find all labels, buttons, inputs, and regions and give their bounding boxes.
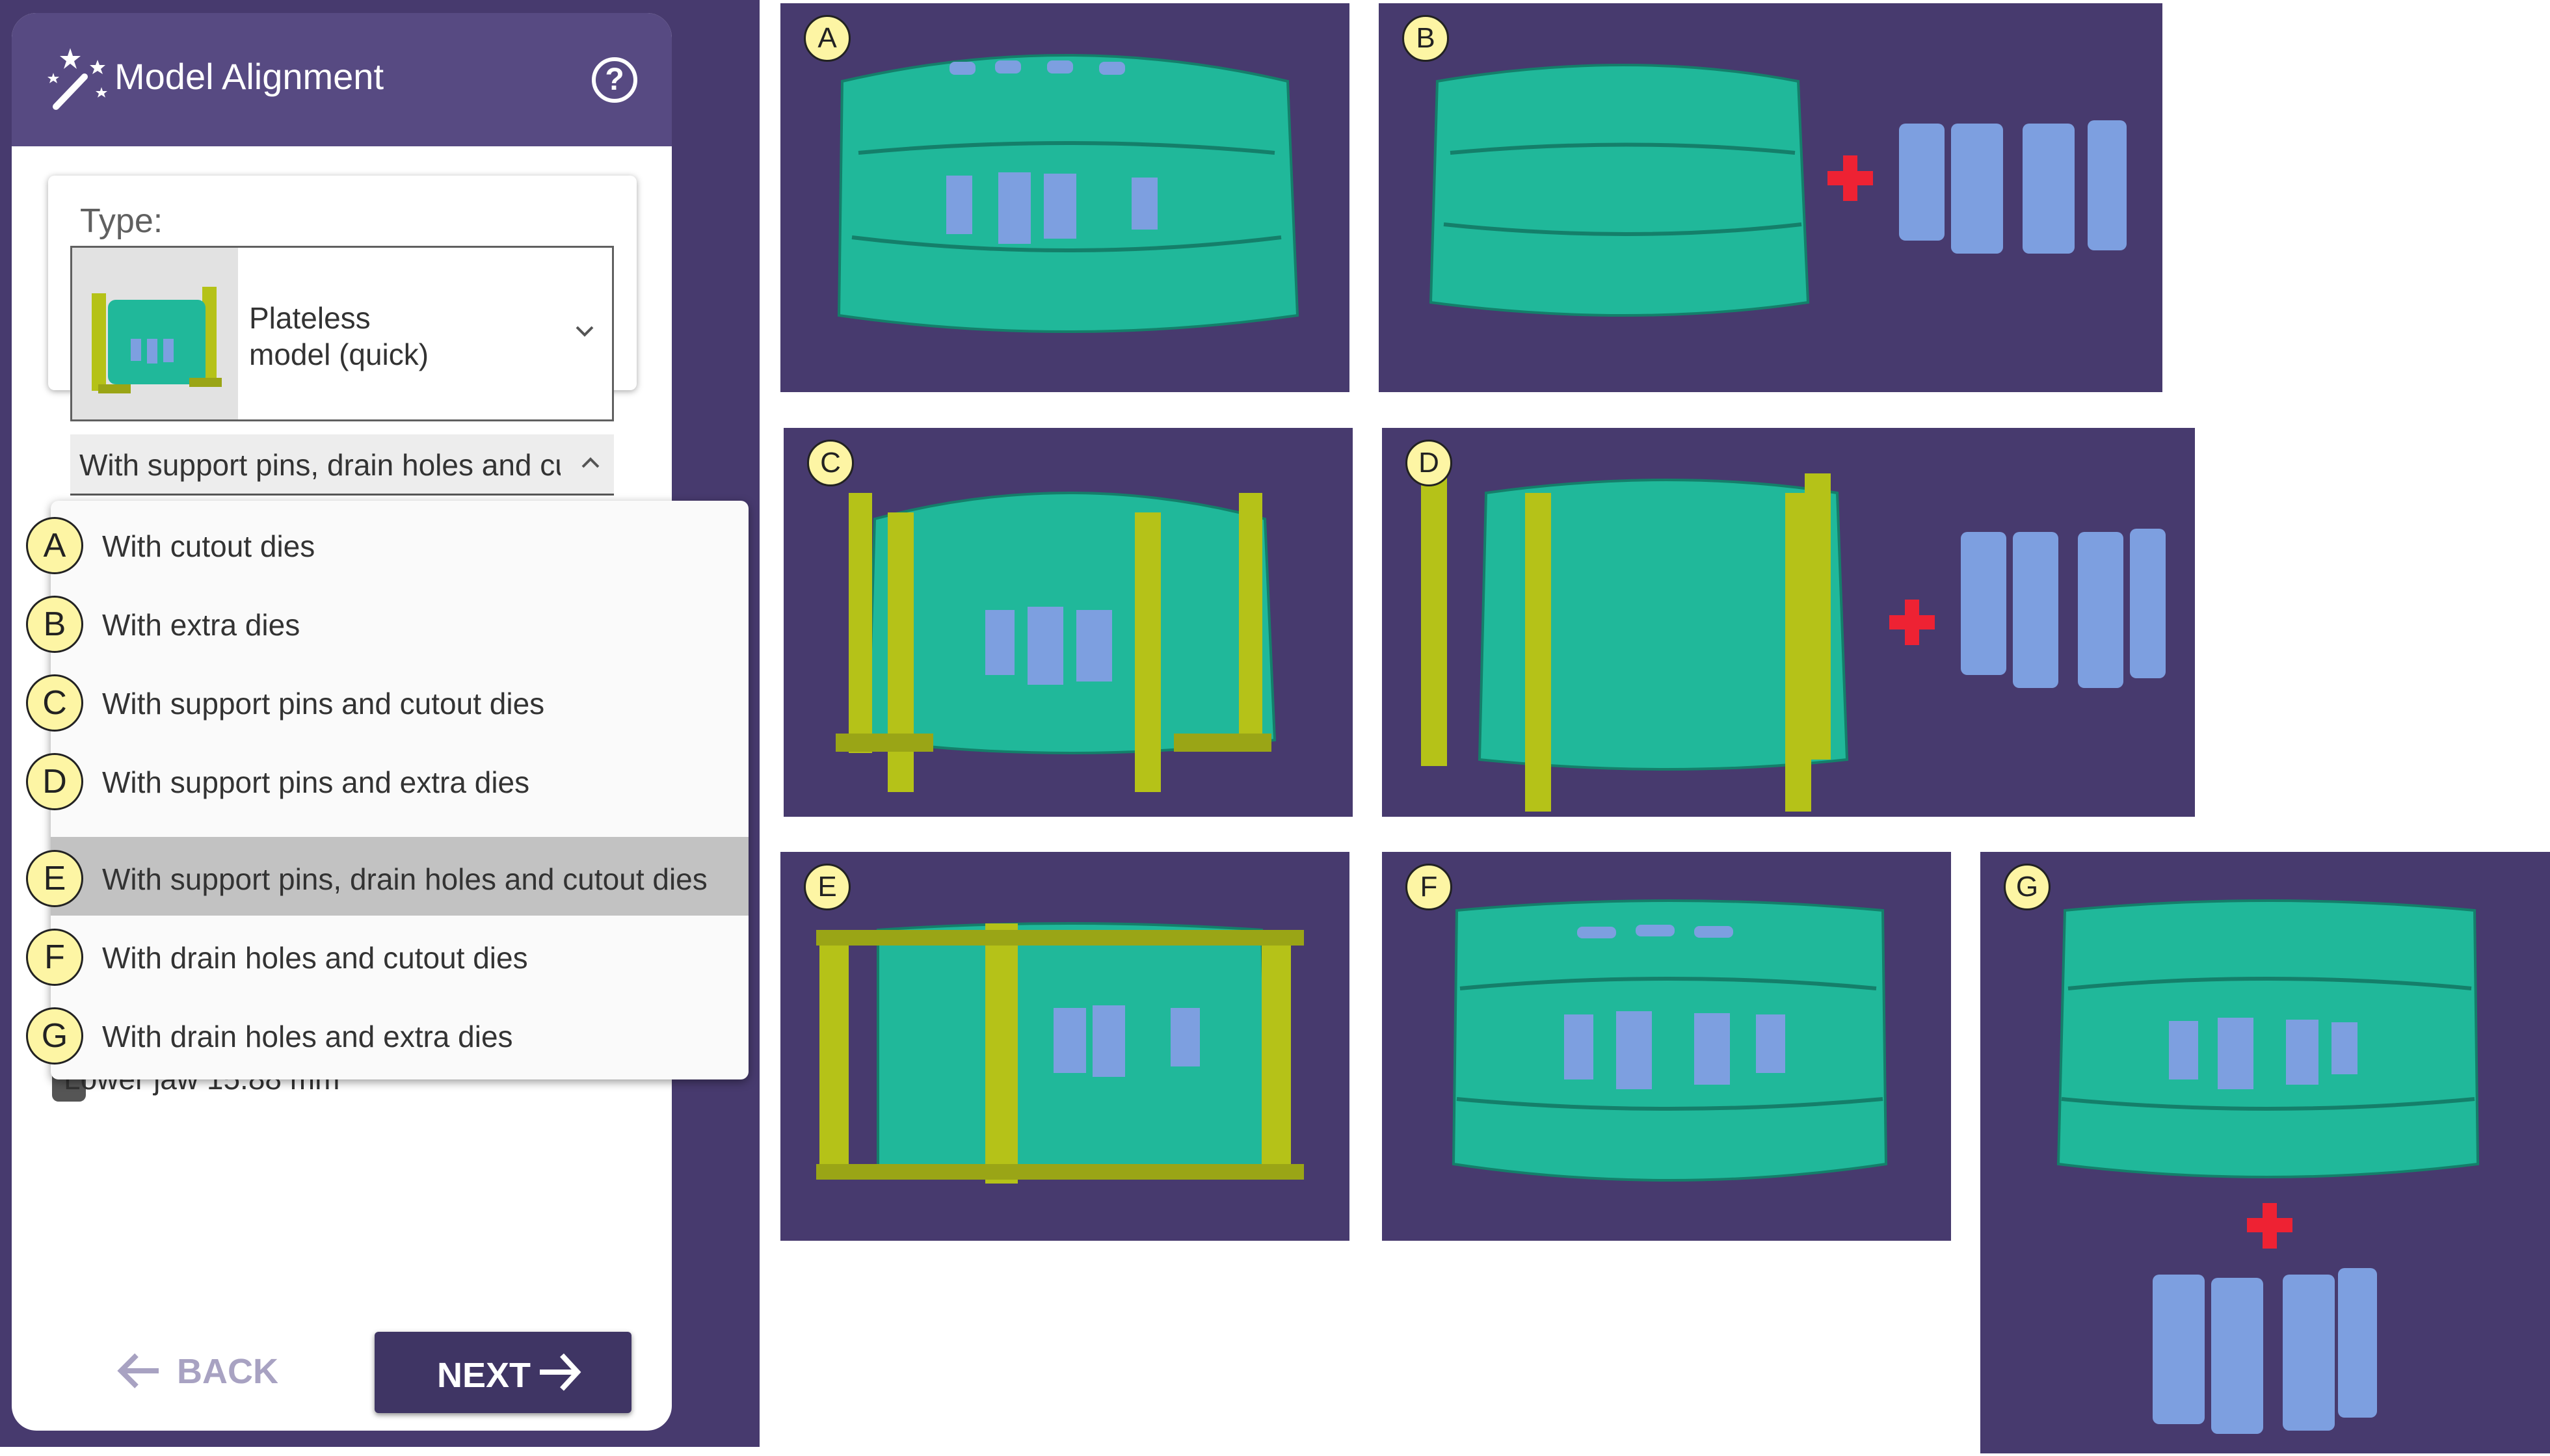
- model-render: [1452, 899, 1888, 1182]
- preview-e: E: [780, 852, 1349, 1241]
- arrow-left-icon: [117, 1353, 159, 1388]
- preview-letter-badge: C: [807, 440, 854, 486]
- arrow-right-icon: [540, 1353, 581, 1391]
- dropdown-item-label: With drain holes and cutout dies: [102, 941, 528, 975]
- model-render: [816, 922, 1304, 1184]
- preview-g: G: [1980, 852, 2550, 1453]
- dropdown-item-label: With extra dies: [102, 608, 300, 642]
- model-render: [837, 54, 1299, 333]
- option-letter-badge: B: [26, 596, 83, 653]
- dropdown-item-g[interactable]: G With drain holes and extra dies: [26, 994, 749, 1073]
- variant-dropdown-menu: A With cutout dies B With extra dies C W…: [26, 501, 749, 1079]
- option-letter-badge: A: [26, 517, 83, 574]
- next-button[interactable]: NEXT: [375, 1332, 631, 1413]
- option-letter-badge: C: [26, 674, 83, 732]
- dropdown-item-c[interactable]: C With support pins and cutout dies: [26, 661, 749, 740]
- option-letter-badge: F: [26, 929, 83, 986]
- magic-wand-icon: [47, 48, 107, 110]
- chevron-up-icon: [581, 457, 600, 468]
- dropdown-item-label: With support pins and extra dies: [102, 765, 530, 799]
- dropdown-item-label: With cutout dies: [102, 529, 315, 563]
- help-circle-icon[interactable]: ?: [592, 57, 637, 103]
- type-value: Plateless model (quick): [249, 301, 429, 371]
- preview-letter-badge: D: [1405, 440, 1452, 486]
- next-label: NEXT: [437, 1356, 531, 1395]
- chevron-down-icon: [576, 326, 594, 337]
- back-label: BACK: [177, 1352, 278, 1391]
- preview-letter-badge: A: [804, 15, 851, 62]
- panel-header: Model Alignment ?: [12, 13, 672, 146]
- model-render: [836, 492, 1277, 792]
- dropdown-item-label: With drain holes and extra dies: [102, 1020, 513, 1053]
- model-render: [1429, 64, 2127, 317]
- dropdown-item-e[interactable]: E With support pins, drain holes and cut…: [26, 837, 749, 916]
- model-render: [1421, 473, 2166, 812]
- option-letter-badge: G: [26, 1007, 83, 1065]
- back-button[interactable]: BACK: [116, 1340, 285, 1398]
- dropdown-item-d[interactable]: D With support pins and extra dies: [26, 740, 749, 819]
- preview-letter-badge: G: [2004, 864, 2051, 910]
- model-render: [2056, 899, 2480, 1434]
- preview-letter-badge: B: [1402, 15, 1449, 62]
- preview-letter-badge: E: [804, 864, 851, 910]
- dropdown-item-f[interactable]: F With drain holes and cutout dies: [26, 916, 749, 994]
- variant-select[interactable]: With support pins, drain holes and cutou…: [70, 434, 614, 496]
- dropdown-item-a[interactable]: A With cutout dies: [26, 504, 749, 583]
- panel-title: Model Alignment: [114, 56, 384, 97]
- preview-d: D: [1382, 428, 2195, 817]
- preview-letter-badge: F: [1405, 864, 1452, 910]
- option-letter-badge: D: [26, 753, 83, 810]
- option-letter-badge: E: [26, 850, 83, 907]
- type-select[interactable]: Plateless model (quick): [70, 246, 614, 421]
- dropdown-item-label: With support pins, drain holes and cutou…: [102, 862, 708, 896]
- preview-a: A: [780, 3, 1349, 392]
- dropdown-item-label: With support pins and cutout dies: [102, 687, 545, 721]
- type-thumbnail: [72, 248, 238, 419]
- preview-f: F: [1382, 852, 1951, 1241]
- preview-b: B: [1379, 3, 2162, 392]
- dropdown-item-b[interactable]: B With extra dies: [26, 583, 749, 661]
- type-label: Type:: [80, 202, 163, 240]
- preview-c: C: [784, 428, 1353, 817]
- variant-value: With support pins, drain holes and cutou…: [79, 448, 561, 482]
